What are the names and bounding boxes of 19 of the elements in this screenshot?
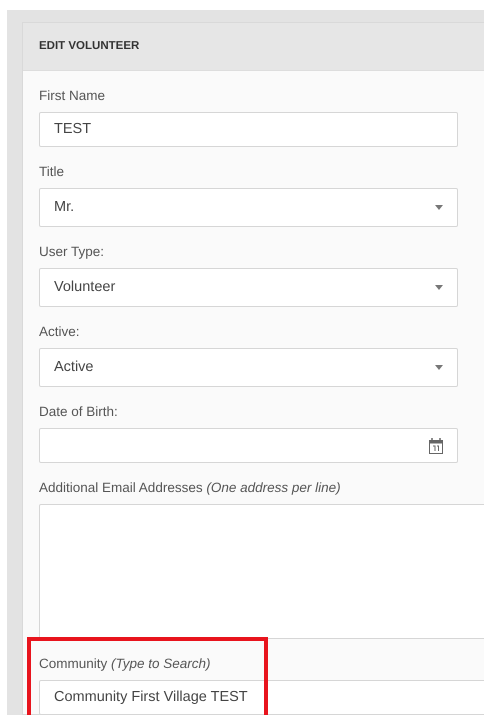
dropdown[interactable]: Mr. (39, 188, 458, 227)
field-label: Community (Type to Search) (39, 655, 212, 673)
field-label: Date of Birth: (39, 403, 119, 421)
calendar-icon (429, 438, 443, 454)
dropdown[interactable]: Active (39, 348, 458, 387)
field-label: Active: (39, 323, 81, 341)
date-field[interactable] (39, 428, 458, 463)
caret-icon (435, 285, 443, 290)
caret-icon (435, 205, 443, 210)
field-label: First Name (39, 87, 106, 105)
field-label: User Type: (39, 243, 106, 261)
text-field[interactable]: TEST (39, 112, 458, 147)
search-field[interactable]: Community First Village TEST (39, 680, 484, 715)
field-label: Title (39, 163, 66, 181)
caret-icon (435, 365, 443, 370)
dropdown[interactable]: Volunteer (39, 268, 458, 307)
textarea-field[interactable] (39, 504, 484, 639)
panel-title: EDIT VOLUNTEER (23, 23, 484, 71)
field-label: Additional Email Addresses (One address per line) (39, 479, 342, 497)
